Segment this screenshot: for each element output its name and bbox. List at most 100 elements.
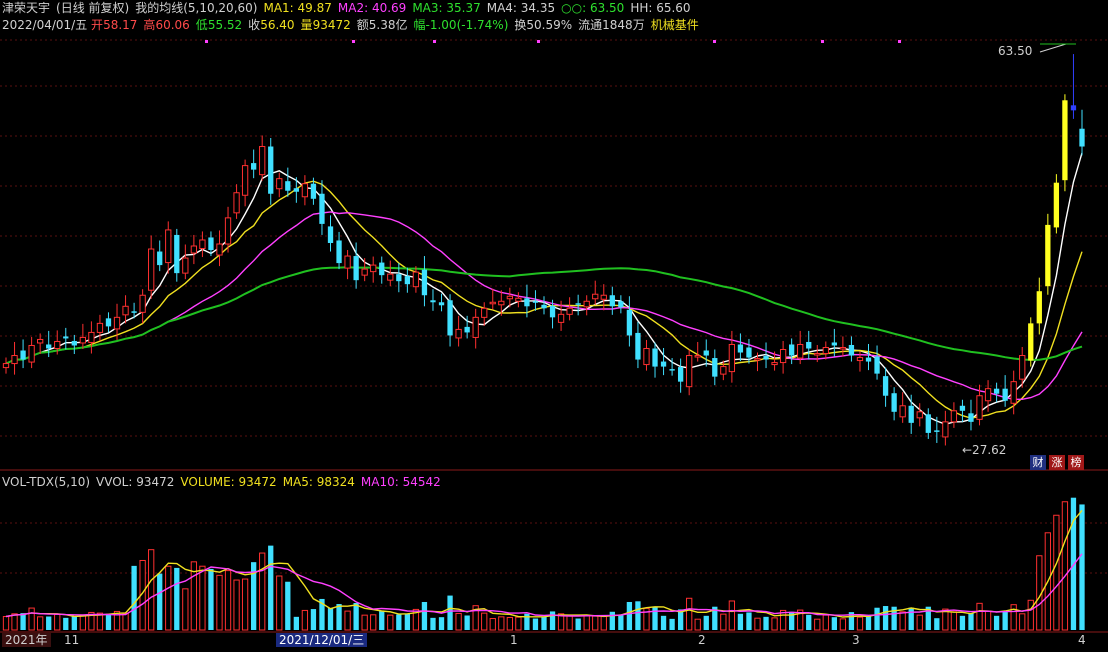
turnover-value: 换50.59% [514,18,573,32]
low-annotation: ←27.62 [962,443,1007,457]
volume-bar [54,613,61,631]
candle-body [105,318,112,327]
candle-body [737,344,744,353]
volume-bar [455,612,462,631]
volume-bar [831,617,837,630]
volume-bar [1079,504,1085,630]
top-marker-dot [898,40,901,43]
candle-body [506,295,513,300]
candle-body [79,336,87,344]
candle-body [447,300,453,336]
candle-body [524,298,530,307]
volume-bar [447,595,453,630]
candle-body [285,181,291,191]
volume-bar [148,549,155,631]
candle-body [677,367,684,382]
volume-bar [79,614,87,631]
candle-body [566,307,573,315]
candle-body [703,350,709,356]
high-arrow [1039,43,1067,53]
candle-body [174,234,180,274]
volume-bar [532,618,539,630]
vol-value: 93472 [312,18,351,32]
vol-label: 量 [300,18,313,32]
candle-body [916,411,923,419]
candle-body [712,358,718,377]
candle-body [224,217,232,245]
volume-bar [660,615,667,630]
candle-body [122,305,129,316]
candle-body [865,357,872,362]
indicator-name[interactable]: 我的均线(5,10,20,60) [135,1,257,15]
candle-body [779,349,787,364]
candle-body [515,297,522,302]
volume-bar [224,570,232,631]
candle-body [806,341,812,349]
candle-body [404,276,411,285]
ma5-line [5,152,1083,426]
candle-body [532,301,539,303]
vol-ma5-value: MA5: 98324 [282,475,355,489]
candle-body [1019,355,1026,380]
volume-bar [822,614,829,631]
volume-bar [1027,599,1034,631]
candle-body [88,331,95,343]
candle-body [71,340,77,346]
stock-chart[interactable] [0,0,1108,652]
candle-body [626,309,633,336]
volume-bar [916,614,923,631]
volume-bar [754,617,761,631]
volume-bar [746,612,752,630]
volume-indicator-name[interactable]: VOL-TDX(5,10) [2,475,90,489]
rise-button[interactable]: 涨 [1049,455,1065,470]
candle-body [489,301,496,305]
candle-body [293,188,299,192]
candle-body [208,237,214,251]
volume-bar [1061,501,1069,631]
ma4-value: MA4: 34.35 [486,1,556,15]
candle-body [720,366,727,375]
open-value: 58.17 [103,18,138,32]
volume-bar [686,597,693,631]
candle-body [822,346,829,355]
candle-body [600,294,607,300]
candle-body [182,257,189,274]
candle-body [310,183,317,199]
top-marker-dot [433,40,436,43]
volume-bar [241,578,249,631]
volume-bar [515,616,522,631]
volume-bar [310,609,317,630]
finance-button[interactable]: 财 [1030,455,1046,470]
candle-body [20,350,26,360]
candle-body [882,376,889,396]
candle-body [908,405,914,423]
candle-body [54,340,61,349]
candle-body [430,300,436,303]
volume-bar [993,615,1000,630]
high-value: 60.06 [155,18,190,32]
candle-body [327,226,334,243]
candle-body [268,146,274,194]
volume-bar [387,614,394,631]
volume-bar [592,615,599,631]
x-tick-jan: 1 [510,633,518,647]
rank-button[interactable]: 榜 [1068,455,1084,470]
sector-label[interactable]: 机械基件 [651,18,699,32]
chart-grid [0,39,1108,633]
volume-bar [763,616,769,630]
candle-body [968,413,974,422]
candle-body [455,328,462,339]
volume-bar [438,617,445,630]
volume-bar [233,579,240,631]
ma5-value: ○○: 63.50 [561,1,625,15]
candle-body [438,302,445,306]
high-label: 高 [143,18,156,32]
amount-value: 5.38亿 [368,18,408,32]
x-tick-feb: 2 [698,633,706,647]
candle-body [814,353,821,356]
candle-body [190,245,198,254]
close-label: 收 [248,18,261,32]
candle-body [831,342,837,346]
volume-bar [1019,613,1026,631]
volume-bar [959,615,966,630]
